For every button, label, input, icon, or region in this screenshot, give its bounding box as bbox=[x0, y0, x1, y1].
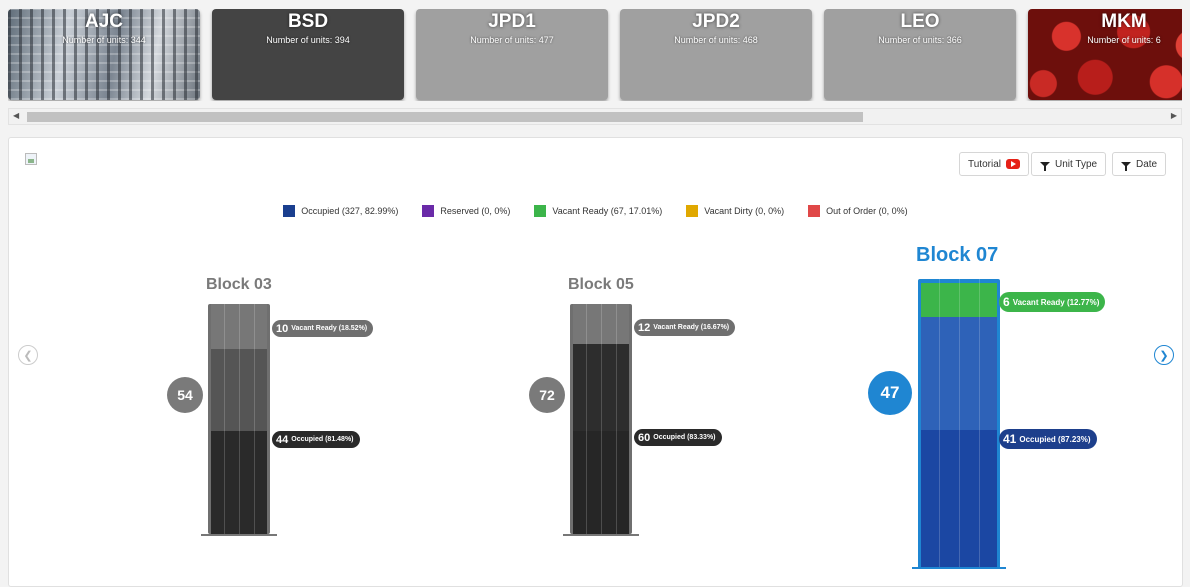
property-card-leo[interactable]: LEO Number of units: 366 bbox=[824, 9, 1016, 100]
unit-type-filter-button[interactable]: Unit Type bbox=[1031, 152, 1107, 176]
youtube-icon bbox=[1005, 159, 1020, 169]
property-card-ajc[interactable]: AJC Number of units: 344 bbox=[8, 9, 200, 100]
property-card-jpd2[interactable]: JPD2 Number of units: 468 bbox=[620, 9, 812, 100]
legend-swatch bbox=[808, 205, 821, 217]
block-title[interactable]: Block 07 bbox=[916, 244, 998, 267]
legend-label: Occupied (327, 82.99%) bbox=[301, 206, 399, 216]
date-label: Date bbox=[1136, 158, 1158, 170]
legend-item-vacant-dirty[interactable]: Vacant Dirty (0, 0%) bbox=[686, 205, 784, 217]
pill-count: 60 bbox=[638, 431, 651, 444]
property-units: Number of units: 394 bbox=[266, 35, 350, 45]
tutorial-button[interactable]: Tutorial bbox=[959, 152, 1029, 176]
vacant-ready-pill: 10 Vacant Ready (18.52%) bbox=[272, 320, 374, 337]
property-name: LEO bbox=[900, 11, 940, 32]
scroll-right-arrow-icon[interactable]: ▶ bbox=[1171, 111, 1177, 120]
pill-label: Occupied (87.23%) bbox=[1019, 434, 1091, 444]
pill-count: 10 bbox=[276, 322, 289, 335]
legend-label: Vacant Dirty (0, 0%) bbox=[704, 206, 785, 216]
property-units: Number of units: 366 bbox=[878, 35, 962, 45]
legend-item-vacant-ready[interactable]: Vacant Ready (67, 17.01%) bbox=[534, 205, 662, 217]
tower-base bbox=[201, 534, 277, 536]
block-title[interactable]: Block 03 bbox=[206, 276, 272, 294]
property-units: Number of units: 344 bbox=[62, 35, 146, 45]
vacant-ready-pill: 6 Vacant Ready (12.77%) bbox=[999, 292, 1106, 312]
chevron-left-icon[interactable]: ❮ bbox=[18, 345, 38, 365]
pill-count: 12 bbox=[638, 321, 651, 334]
occupied-pill: 41 Occupied (87.23%) bbox=[999, 429, 1097, 449]
occupied-pill: 44 Occupied (81.48%) bbox=[272, 431, 360, 448]
unit-type-label: Unit Type bbox=[1055, 158, 1098, 170]
property-name: AJC bbox=[84, 11, 123, 32]
block-tower-03[interactable] bbox=[208, 304, 270, 534]
legend-item-out-of-order[interactable]: Out of Order (0, 0%) bbox=[808, 205, 908, 217]
pill-count: 6 bbox=[1003, 295, 1010, 309]
block-tower-05[interactable] bbox=[570, 304, 632, 534]
filter-icon bbox=[1040, 161, 1050, 171]
pill-label: Occupied (83.33%) bbox=[653, 434, 716, 441]
pill-label: Vacant Ready (18.52%) bbox=[291, 325, 368, 332]
occupied-pill: 60 Occupied (83.33%) bbox=[634, 429, 722, 446]
scroll-left-arrow-icon[interactable]: ◀ bbox=[13, 111, 19, 120]
pill-label: Vacant Ready (12.77%) bbox=[1012, 297, 1100, 307]
status-legend: Occupied (327, 82.99%) Reserved (0, 0%) … bbox=[9, 205, 1182, 217]
tower-base bbox=[912, 567, 1006, 569]
pill-label: Vacant Ready (16.67%) bbox=[653, 324, 730, 331]
block-total-badge: 47 bbox=[868, 371, 912, 415]
legend-swatch bbox=[534, 205, 547, 217]
chevron-right-icon[interactable]: ❯ bbox=[1154, 345, 1174, 365]
property-name: JPD2 bbox=[692, 11, 740, 32]
property-units: Number of units: 6 bbox=[1087, 35, 1161, 45]
property-card-mkm[interactable]: MKM Number of units: 6 bbox=[1028, 9, 1182, 100]
property-carousel: AJC Number of units: 344 BSD Number of u… bbox=[8, 9, 1182, 101]
property-card-jpd1[interactable]: JPD1 Number of units: 477 bbox=[416, 9, 608, 100]
block-occupancy-panel: Tutorial Unit Type Date Occupied (327, 8… bbox=[8, 137, 1183, 587]
property-card-bsd[interactable]: BSD Number of units: 394 bbox=[212, 9, 404, 100]
legend-label: Reserved (0, 0%) bbox=[440, 206, 511, 216]
pill-count: 44 bbox=[276, 433, 289, 446]
block-total-badge: 72 bbox=[529, 377, 565, 413]
block-tower-07[interactable] bbox=[918, 279, 1000, 569]
block-title[interactable]: Block 05 bbox=[568, 276, 634, 294]
pill-label: Occupied (81.48%) bbox=[291, 436, 354, 443]
property-name: JPD1 bbox=[488, 11, 536, 32]
scrollbar-thumb[interactable] bbox=[27, 112, 863, 122]
property-name: BSD bbox=[287, 11, 329, 32]
legend-item-occupied[interactable]: Occupied (327, 82.99%) bbox=[283, 205, 398, 217]
legend-swatch bbox=[686, 205, 699, 217]
legend-swatch bbox=[283, 205, 296, 217]
tutorial-label: Tutorial bbox=[968, 158, 1001, 170]
legend-item-reserved[interactable]: Reserved (0, 0%) bbox=[422, 205, 510, 217]
legend-label: Vacant Ready (67, 17.01%) bbox=[552, 206, 663, 216]
date-filter-button[interactable]: Date bbox=[1112, 152, 1167, 176]
tower-base bbox=[563, 534, 639, 536]
block-total-badge: 54 bbox=[167, 377, 203, 413]
filter-icon bbox=[1121, 161, 1131, 171]
property-units: Number of units: 468 bbox=[674, 35, 758, 45]
property-units: Number of units: 477 bbox=[470, 35, 554, 45]
vacant-ready-pill: 12 Vacant Ready (16.67%) bbox=[634, 319, 736, 336]
horizontal-scrollbar[interactable]: ◀ ▶ bbox=[8, 108, 1182, 125]
broken-image-icon bbox=[25, 153, 37, 165]
legend-label: Out of Order (0, 0%) bbox=[826, 206, 908, 216]
pill-count: 41 bbox=[1003, 432, 1017, 446]
legend-swatch bbox=[422, 205, 435, 217]
property-name: MKM bbox=[1101, 11, 1147, 32]
